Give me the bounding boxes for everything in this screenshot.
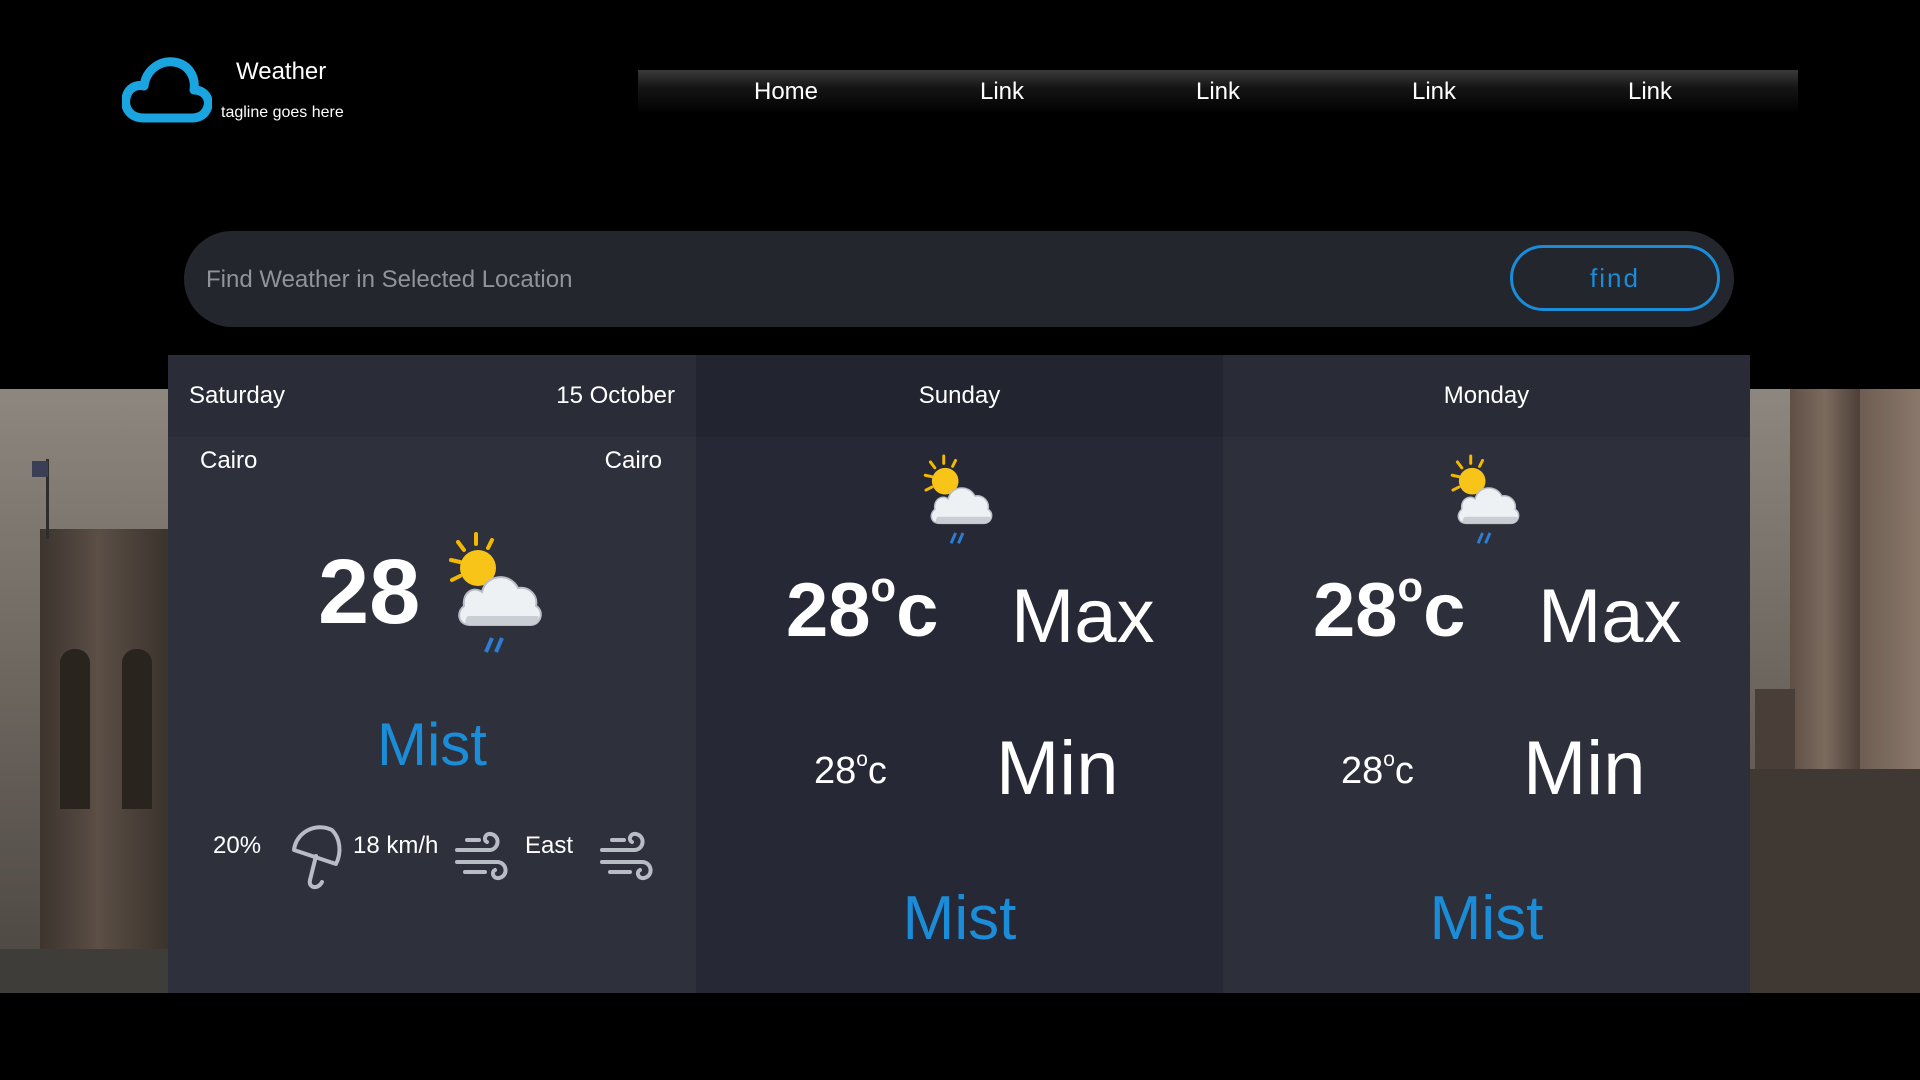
max-temperature: 28oc bbox=[786, 562, 939, 653]
today-date: 15 October bbox=[556, 382, 675, 409]
forecast-card: Sunday 28oc Max 28oc Min Mist bbox=[696, 355, 1223, 993]
location-search-input[interactable] bbox=[204, 249, 1458, 311]
wind-direction-value: East bbox=[525, 832, 574, 859]
nav-link[interactable]: Link bbox=[1374, 78, 1494, 106]
city-name: Cairo bbox=[200, 447, 258, 474]
main-navbar: Home Link Link Link Link bbox=[638, 70, 1798, 114]
brand-tagline: tagline goes here bbox=[221, 104, 344, 121]
wind-icon bbox=[600, 831, 653, 881]
today-temperature: 28 bbox=[318, 541, 421, 643]
min-temperature: 28oc bbox=[814, 747, 887, 792]
max-label: Max bbox=[1011, 574, 1155, 659]
cloud-icon[interactable] bbox=[122, 56, 212, 126]
weather-page: Weather tagline goes here Home Link Link… bbox=[0, 0, 1920, 1080]
wind-speed-value: 18 km/h bbox=[353, 832, 439, 859]
min-temperature: 28oc bbox=[1341, 747, 1414, 792]
forecast-description: Mist bbox=[902, 884, 1017, 953]
min-label: Min bbox=[996, 726, 1119, 811]
max-temperature: 28oc bbox=[1313, 562, 1466, 653]
city-name: Cairo bbox=[604, 447, 662, 474]
nav-link-home[interactable]: Home bbox=[726, 78, 846, 106]
partly-cloudy-rain-icon bbox=[449, 532, 542, 653]
umbrella-icon bbox=[292, 825, 342, 889]
forecast-card-header: Monday bbox=[1223, 355, 1750, 437]
today-description: Mist bbox=[377, 711, 487, 778]
nav-link[interactable]: Link bbox=[1158, 78, 1278, 106]
forecast-container: Saturday 15 October Cairo Cairo 28 Mist … bbox=[168, 355, 1750, 993]
footer-bar bbox=[0, 993, 1920, 1080]
city-row: Cairo Cairo bbox=[200, 447, 662, 475]
humidity-value: 20% bbox=[213, 832, 262, 859]
wind-icon bbox=[455, 831, 508, 881]
forecast-day: Monday bbox=[1443, 382, 1530, 409]
nav-link[interactable]: Link bbox=[942, 78, 1062, 106]
flag bbox=[32, 461, 48, 477]
max-label: Max bbox=[1538, 574, 1682, 659]
today-card: Saturday 15 October Cairo Cairo 28 Mist … bbox=[168, 355, 696, 993]
forecast-description: Mist bbox=[1429, 884, 1544, 953]
search-bar: find bbox=[184, 231, 1734, 327]
forecast-day: Sunday bbox=[918, 382, 1001, 409]
partly-cloudy-rain-icon bbox=[923, 454, 992, 544]
today-stats: 20% 18 km/h East bbox=[213, 820, 663, 900]
forecast-card: Monday 28oc Max 28oc Min Mist bbox=[1223, 355, 1750, 993]
building bbox=[1745, 769, 1920, 995]
find-button[interactable]: find bbox=[1510, 245, 1720, 311]
min-label: Min bbox=[1523, 726, 1646, 811]
today-day: Saturday bbox=[189, 382, 286, 409]
forecast-card-header: Sunday bbox=[696, 355, 1223, 437]
partly-cloudy-rain-icon bbox=[1450, 454, 1519, 544]
bridge-base bbox=[0, 949, 180, 995]
bridge-tower bbox=[40, 529, 170, 995]
today-card-header: Saturday 15 October bbox=[168, 355, 696, 437]
brand-name: Weather bbox=[236, 58, 327, 85]
nav-link[interactable]: Link bbox=[1590, 78, 1710, 106]
